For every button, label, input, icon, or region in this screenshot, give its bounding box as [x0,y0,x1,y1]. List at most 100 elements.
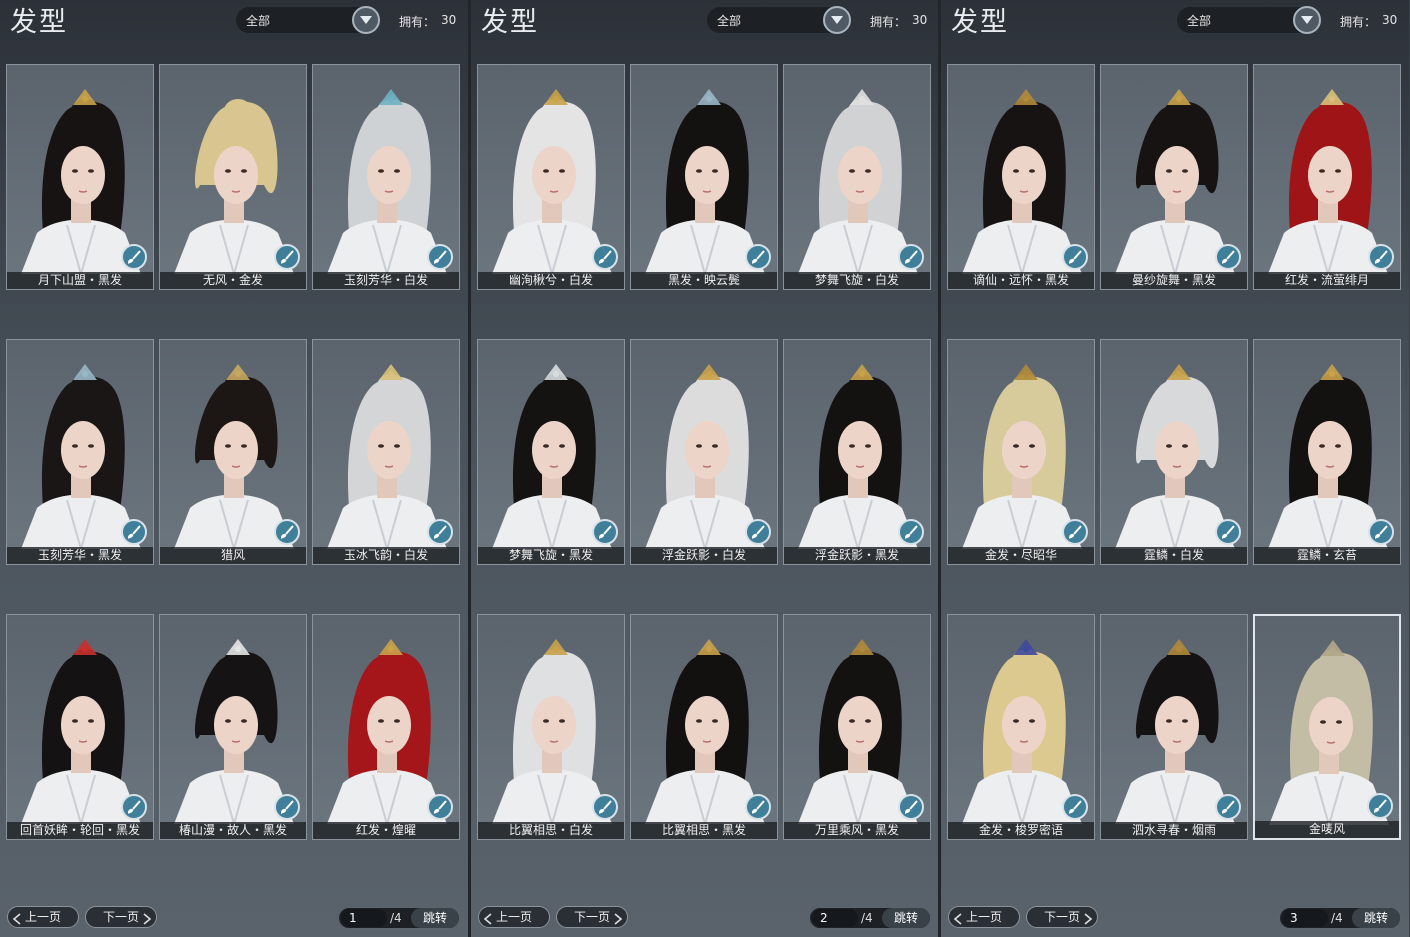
page-number-input[interactable]: 2 [812,909,858,927]
prev-page-button[interactable]: 上一页 [948,906,1020,928]
hairstyle-card[interactable]: 月下山盟・黑发 [6,64,154,290]
dye-brush-icon[interactable] [898,519,924,545]
hairstyle-card[interactable]: 谪仙・远怀・黑发 [947,64,1095,290]
hairstyle-card[interactable]: 椿山漫・故人・黑发 [159,614,307,840]
hairstyle-card[interactable]: 比翼相思・黑发 [630,614,778,840]
hairstyle-card[interactable]: 浮金跃影・黑发 [783,339,931,565]
dye-brush-icon[interactable] [121,244,147,270]
hairstyle-name: 金唛风 [1255,821,1399,838]
page-number-input[interactable]: 3 [1282,909,1328,927]
hairstyle-name: 泗水寻春・烟雨 [1101,822,1247,839]
hairstyle-name: 比翼相思・黑发 [631,822,777,839]
hairstyle-card[interactable]: 曼纱旋舞・黑发 [1100,64,1248,290]
hairstyle-card[interactable]: 比翼相思・白发 [477,614,625,840]
hairstyle-portrait [492,89,612,274]
filter-dropdown[interactable]: 全部 [1177,6,1321,34]
dye-brush-icon[interactable] [745,794,771,820]
filter-dropdown[interactable]: 全部 [707,6,851,34]
dye-brush-icon[interactable] [1062,519,1088,545]
prev-page-label: 上一页 [965,910,1002,924]
panel-title: 发型 [10,7,68,38]
chevron-down-icon[interactable] [1293,6,1321,34]
filter-selected-value: 全部 [717,14,742,28]
dye-brush-icon[interactable] [1215,794,1241,820]
dye-brush-icon[interactable] [121,519,147,545]
prev-page-button[interactable]: 上一页 [7,906,79,928]
hairstyle-card[interactable]: 万里乘风・黑发 [783,614,931,840]
hairstyle-portrait [798,364,918,549]
hairstyle-card[interactable]: 泗水寻春・烟雨 [1100,614,1248,840]
hairstyle-card[interactable]: 玉冰飞韵・白发 [312,339,460,565]
chevron-down-icon[interactable] [823,6,851,34]
page-jumper: 1/4 跳转 [338,907,460,929]
owned-count: 30 [1382,13,1398,27]
hairstyle-card[interactable]: 浮金跃影・白发 [630,339,778,565]
dye-brush-icon[interactable] [1062,244,1088,270]
hairstyle-card[interactable]: 幽洵楸兮・白发 [477,64,625,290]
hairstyle-card[interactable]: 霆鳞・玄苔 [1253,339,1401,565]
hairstyle-portrait [1268,364,1388,549]
dye-brush-icon[interactable] [1368,244,1394,270]
dye-brush-icon[interactable] [898,244,924,270]
dye-brush-icon[interactable] [745,244,771,270]
dye-brush-icon[interactable] [1215,519,1241,545]
dye-brush-icon[interactable] [592,244,618,270]
hairstyle-portrait [798,639,918,824]
dye-brush-icon[interactable] [427,519,453,545]
hairstyle-portrait [21,89,141,274]
dye-brush-icon[interactable] [592,519,618,545]
jump-button[interactable]: 跳转 [882,908,930,928]
hairstyle-card[interactable]: 玉刻芳华・白发 [312,64,460,290]
hairstyle-card[interactable]: 霆鳞・白发 [1100,339,1248,565]
next-page-label: 下一页 [102,910,139,924]
dye-brush-icon[interactable] [745,519,771,545]
hairstyle-name: 黑发・映云鬓 [631,272,777,289]
dye-brush-icon[interactable] [427,244,453,270]
next-page-button[interactable]: 下一页 [85,906,157,928]
hairstyle-portrait [327,89,447,274]
prev-page-label: 上一页 [495,910,532,924]
owned-label: 拥有： [399,15,436,29]
hairstyle-card[interactable]: 无风・金发 [159,64,307,290]
hairstyle-name: 金发・尽昭华 [948,547,1094,564]
hairstyle-portrait [327,364,447,549]
dye-brush-icon[interactable] [1367,793,1393,819]
hairstyle-card[interactable]: 金发・梭罗密语 [947,614,1095,840]
chevron-down-icon[interactable] [352,6,380,34]
dye-brush-icon[interactable] [1215,244,1241,270]
hairstyle-card[interactable]: 玉刻芳华・黑发 [6,339,154,565]
hairstyle-panel: 发型 全部 拥有： 30 月下山盟・黑发 无风・金发 玉刻芳华・白发 玉刻芳华・黑发 猎风 玉冰飞… [0,0,468,937]
filter-dropdown[interactable]: 全部 [236,6,380,34]
jump-button[interactable]: 跳转 [1352,908,1400,928]
dye-brush-icon[interactable] [1062,794,1088,820]
dye-brush-icon[interactable] [1368,519,1394,545]
page-number-input[interactable]: 1 [341,909,387,927]
dye-brush-icon[interactable] [274,794,300,820]
hairstyle-card[interactable]: 金唛风 [1253,614,1401,840]
dye-brush-icon[interactable] [274,244,300,270]
hairstyle-card[interactable]: 红发・煌曜 [312,614,460,840]
hairstyle-card[interactable]: 红发・流萤绯月 [1253,64,1401,290]
prev-page-button[interactable]: 上一页 [478,906,550,928]
prev-page-label: 上一页 [24,910,61,924]
hairstyle-card[interactable]: 回首妖眸・轮回・黑发 [6,614,154,840]
hairstyle-card[interactable]: 金发・尽昭华 [947,339,1095,565]
next-page-button[interactable]: 下一页 [556,906,628,928]
filter-selected-value: 全部 [246,14,271,28]
hairstyle-card[interactable]: 梦舞飞旋・白发 [783,64,931,290]
hairstyle-portrait [962,364,1082,549]
hairstyle-card[interactable]: 猎风 [159,339,307,565]
next-page-button[interactable]: 下一页 [1026,906,1098,928]
dye-brush-icon[interactable] [274,519,300,545]
dye-brush-icon[interactable] [427,794,453,820]
dye-brush-icon[interactable] [592,794,618,820]
dye-brush-icon[interactable] [121,794,147,820]
dye-brush-icon[interactable] [898,794,924,820]
hairstyle-card[interactable]: 黑发・映云鬓 [630,64,778,290]
hairstyle-card[interactable]: 梦舞飞旋・黑发 [477,339,625,565]
hairstyle-portrait [492,639,612,824]
hairstyle-portrait [962,89,1082,274]
hairstyle-portrait [1268,89,1388,274]
jump-button[interactable]: 跳转 [411,908,459,928]
hairstyle-name: 比翼相思・白发 [478,822,624,839]
